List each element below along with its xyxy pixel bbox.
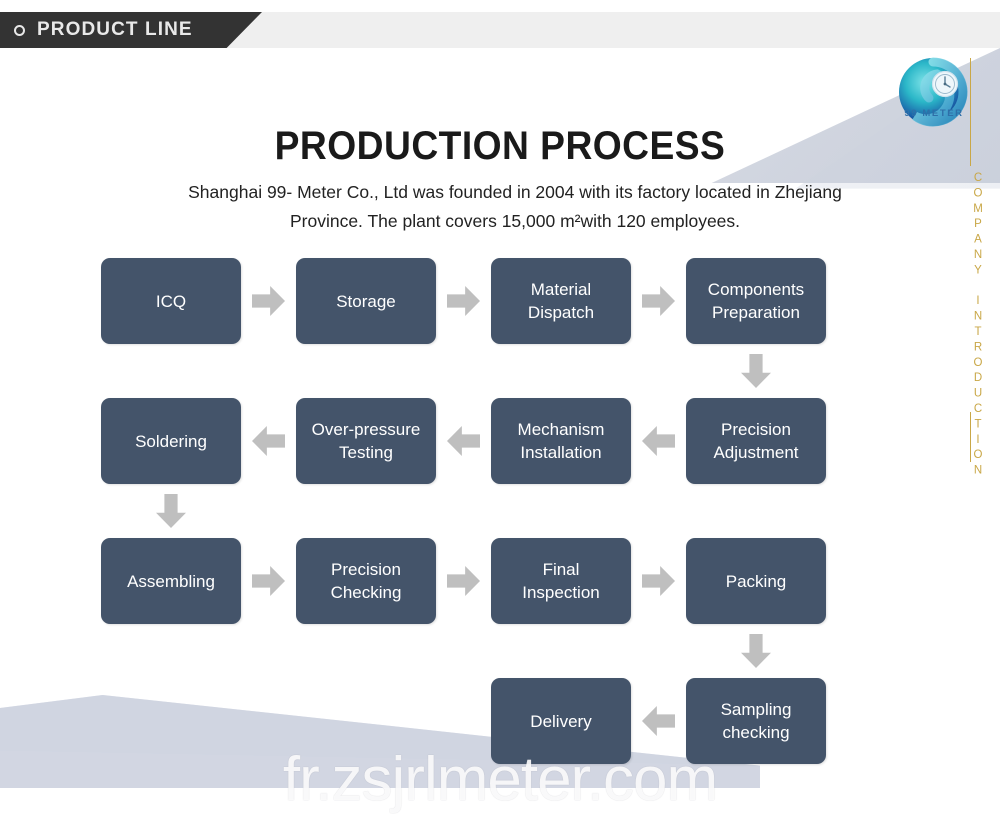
process-step-label: ICQ (155, 291, 187, 311)
arrow-down-icon (156, 494, 186, 528)
logo-wordmark: 99 METER (904, 108, 964, 119)
process-step-box[interactable]: Precision Adjustment (686, 398, 826, 484)
arrow-right-icon (447, 286, 480, 316)
circle-outline-icon (14, 24, 25, 36)
process-step-box[interactable]: Material Dispatch (491, 258, 631, 344)
header-title: PRODUCT LINE (37, 19, 193, 40)
product-line-header-tab: PRODUCT LINE (0, 12, 262, 48)
process-step-box[interactable]: Assembling (101, 538, 241, 624)
arrow-right-icon (642, 286, 675, 316)
page-description: Shanghai 99- Meter Co., Ltd was founded … (188, 182, 842, 231)
arrow-left-icon (252, 426, 285, 456)
process-step-box[interactable]: Delivery (491, 678, 631, 764)
process-step-label: Sampling checking (720, 700, 792, 742)
process-step-label: Storage (336, 291, 396, 311)
arrow-right-icon (447, 566, 480, 596)
process-step-label: Precision Adjustment (713, 420, 799, 462)
arrow-down-icon (741, 354, 771, 388)
process-step-label: Precision Checking (330, 560, 402, 602)
process-step-box[interactable]: Sampling checking (686, 678, 826, 764)
arrow-right-icon (252, 566, 285, 596)
arrow-left-icon (642, 426, 675, 456)
process-step-box[interactable]: Final Inspection (491, 538, 631, 624)
process-step-label: Material Dispatch (527, 280, 595, 322)
arrow-down-icon (741, 634, 771, 668)
process-step-box[interactable]: Packing (686, 538, 826, 624)
process-step-label: Soldering (135, 431, 207, 451)
process-step-box[interactable]: Components Preparation (686, 258, 826, 344)
arrow-right-icon (252, 286, 285, 316)
spiral-meter-logo-icon (893, 54, 973, 134)
process-step-label: Delivery (530, 711, 592, 731)
process-step-label: Packing (725, 571, 787, 591)
arrow-left-icon (642, 706, 675, 736)
process-step-label: Assembling (127, 571, 215, 591)
process-step-box[interactable]: Storage (296, 258, 436, 344)
process-step-box[interactable]: Precision Checking (296, 538, 436, 624)
arrow-right-icon (642, 566, 675, 596)
arrow-left-icon (447, 426, 480, 456)
process-step-box[interactable]: Over-pressure Testing (296, 398, 436, 484)
process-step-label: Mechanism Installation (517, 420, 605, 462)
process-step-box[interactable]: ICQ (101, 258, 241, 344)
process-step-box[interactable]: Soldering (101, 398, 241, 484)
process-step-label: Over-pressure Testing (311, 420, 421, 462)
page-title: PRODUCTION PROCESS (274, 124, 726, 168)
process-step-label: Components Preparation (707, 280, 805, 322)
decorative-shape-bottom-left (0, 695, 760, 788)
vertical-section-label: COMPANY INTRODUCTION (972, 172, 984, 480)
process-step-box[interactable]: Mechanism Installation (491, 398, 631, 484)
process-step-label: Final Inspection (522, 560, 600, 602)
